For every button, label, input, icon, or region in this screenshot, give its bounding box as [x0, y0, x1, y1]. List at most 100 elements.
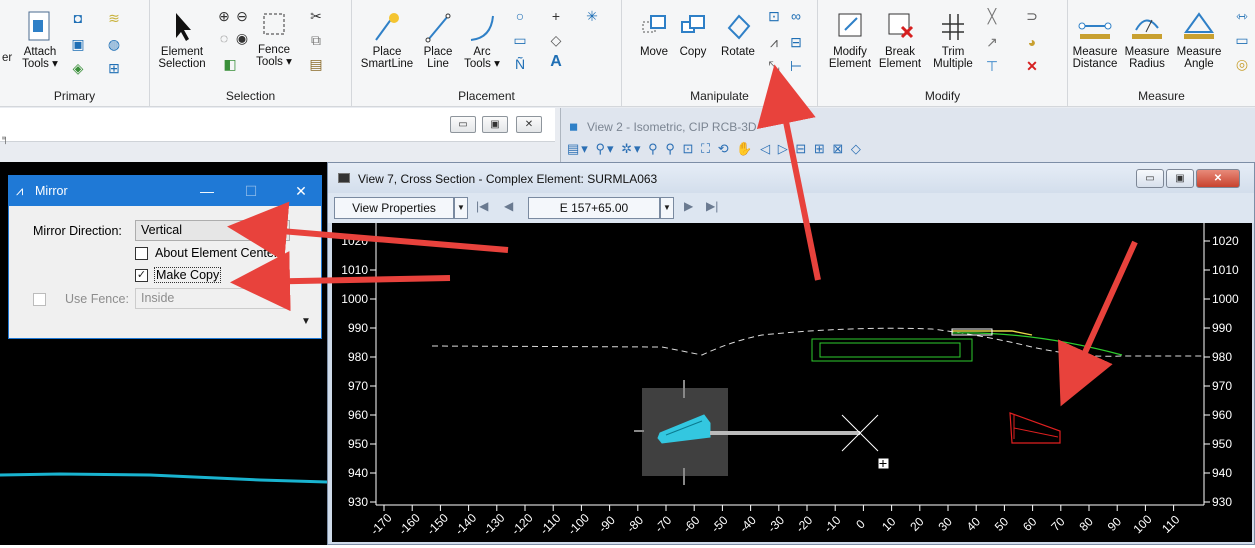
place-line-button[interactable]: Place Line: [418, 10, 458, 70]
station-dropdown[interactable]: ▼: [660, 197, 674, 219]
partial-delete-icon[interactable]: ⊤: [984, 58, 1000, 74]
select-invert-icon[interactable]: ◉: [234, 30, 250, 46]
star-icon[interactable]: ✳: [584, 8, 600, 24]
select-all-icon[interactable]: ⊕: [216, 8, 232, 24]
measure-radius-button[interactable]: Measure Radius: [1122, 10, 1172, 70]
about-element-center-label[interactable]: About Element Center: [155, 246, 278, 260]
lock-icon[interactable]: ◧: [222, 56, 238, 72]
zoom-out-icon[interactable]: ⚲: [665, 141, 677, 156]
zoom-in-icon[interactable]: ⚲: [648, 141, 660, 156]
mirror-direction-select[interactable]: Vertical ▼: [135, 220, 290, 241]
fillet-icon[interactable]: ⊃: [1024, 8, 1040, 24]
circle-icon[interactable]: ○: [512, 8, 528, 24]
fit-view-icon[interactable]: ⛶: [701, 141, 712, 156]
array-icon[interactable]: ∞: [788, 8, 804, 24]
measure-area-icon[interactable]: ▭: [1234, 32, 1250, 48]
select-none-icon[interactable]: ⊖: [234, 8, 250, 24]
prev-station-icon[interactable]: ◀: [504, 199, 513, 213]
fence-tools-button[interactable]: Fence Tools ▾: [252, 8, 296, 68]
raster-icon[interactable]: ◈: [70, 60, 86, 76]
grid-icon[interactable]: ⊞: [106, 60, 122, 76]
square-icon[interactable]: ◘: [70, 10, 86, 26]
window-area-icon[interactable]: ⊡: [682, 141, 695, 156]
extend-icon[interactable]: ╳: [984, 8, 1000, 24]
mirror-tool-icon[interactable]: ⩘: [766, 34, 782, 50]
view2-toolbar[interactable]: ▤▾ ⚲▾ ✲▾ ⚲ ⚲ ⊡ ⛶ ⟲ ✋ ◁ ▷ ⊟ ⊞ ⊠ ◇: [567, 141, 1247, 161]
rectangle-icon[interactable]: ▭: [512, 32, 528, 48]
select-ring-icon[interactable]: ◌: [216, 30, 232, 46]
paste-icon[interactable]: ▤: [308, 56, 324, 72]
update-view-icon[interactable]: ✲▾: [621, 141, 642, 156]
trim-multiple-button[interactable]: Trim Multiple: [928, 10, 978, 70]
close-button[interactable]: ✕: [283, 176, 319, 206]
restore-button[interactable]: ▣: [482, 116, 508, 133]
measure-volume-icon[interactable]: ◎: [1234, 56, 1250, 72]
scale-icon[interactable]: ⊡: [766, 8, 782, 24]
about-element-center-checkbox[interactable]: [135, 247, 148, 260]
view7-titlebar[interactable]: View 7, Cross Section - Complex Element:…: [328, 163, 1254, 193]
view-attributes-icon[interactable]: ▤▾: [567, 141, 590, 156]
minimize-button[interactable]: —: [189, 176, 225, 206]
palette-icon[interactable]: ◕: [1024, 34, 1040, 50]
next-station-icon[interactable]: ▶: [684, 199, 693, 213]
align-icon[interactable]: ⊟: [788, 34, 804, 50]
text-icon[interactable]: A: [548, 54, 564, 70]
globe-icon[interactable]: ◍: [106, 36, 122, 52]
arrow-pointer-icon: [176, 13, 191, 41]
attach-tools-button[interactable]: Attach Tools ▾: [18, 10, 62, 70]
maximize-button[interactable]: ☐: [233, 176, 269, 206]
minimize-button[interactable]: ▭: [1136, 169, 1164, 188]
view2-window[interactable]: ◼ View 2 - Isometric, CIP RCB-3D ▤▾ ⚲▾ ✲…: [560, 108, 1255, 162]
mirror-titlebar[interactable]: ⩘ Mirror — ☐ ✕: [9, 176, 321, 206]
rotate-button[interactable]: Rotate: [716, 10, 760, 58]
chamfer-icon[interactable]: ↗: [984, 34, 1000, 50]
polygon-icon[interactable]: ◇: [548, 32, 564, 48]
delete-icon[interactable]: ✕: [1024, 58, 1040, 74]
close-button[interactable]: ✕: [1196, 169, 1240, 188]
pan-view-icon[interactable]: ✋: [736, 141, 754, 156]
clip-mask-icon[interactable]: ⊞: [814, 141, 827, 156]
stack-icon[interactable]: ≋: [106, 10, 122, 26]
last-station-icon[interactable]: ▶|: [706, 199, 718, 213]
scissors-icon[interactable]: ✂: [308, 8, 324, 24]
maximize-button[interactable]: ▣: [1166, 169, 1194, 188]
measure-distance-button[interactable]: Measure Distance: [1070, 10, 1120, 70]
element-selection-button[interactable]: Element Selection: [154, 10, 210, 70]
view-properties-button[interactable]: View Properties: [334, 197, 454, 219]
mirror-direction-label: Mirror Direction:: [33, 224, 122, 238]
view-next-icon[interactable]: ▷: [778, 141, 790, 156]
cross-section-canvas[interactable]: 1020 1010 1000 990 980 970 960 950 940 930 1020 10…: [332, 223, 1252, 542]
view-previous-icon[interactable]: ◁: [760, 141, 772, 156]
close-button[interactable]: ✕: [516, 116, 542, 133]
clip-volume-icon[interactable]: ⊟: [795, 141, 808, 156]
view7-toolbar: View Properties ▼: [328, 193, 1254, 223]
copy-button[interactable]: Copy: [676, 10, 710, 58]
plus-icon[interactable]: +: [548, 8, 564, 24]
minimize-button[interactable]: ▭: [450, 116, 476, 133]
expand-dialog-arrow[interactable]: ▼: [301, 316, 311, 327]
render-icon[interactable]: ◇: [851, 141, 863, 156]
arc-tools-button[interactable]: Arc Tools ▾: [460, 10, 504, 70]
copy-icon[interactable]: ⧉: [308, 32, 324, 48]
station-field[interactable]: E 157+65.00: [528, 197, 660, 219]
view-properties-dropdown[interactable]: ▼: [454, 197, 468, 219]
doc-icon[interactable]: ▣: [70, 36, 86, 52]
use-fence-checkbox[interactable]: [33, 293, 46, 306]
place-smartline-button[interactable]: Place SmartLine: [358, 10, 416, 70]
make-copy-label[interactable]: Make Copy: [153, 267, 222, 283]
rotate-view-icon[interactable]: ⟲: [718, 141, 731, 156]
curve-icon[interactable]: Ñ: [512, 56, 528, 72]
modify-element-button[interactable]: Modify Element: [826, 10, 874, 70]
first-station-icon[interactable]: |◀: [476, 199, 488, 213]
make-copy-checkbox[interactable]: ✓: [135, 269, 148, 282]
move-button[interactable]: Move: [634, 10, 674, 58]
use-fence-select[interactable]: Inside ▼: [135, 288, 290, 309]
mirror-tool-icon: ⩘: [16, 183, 24, 198]
measure-length-icon[interactable]: ⇿: [1234, 8, 1250, 24]
camera-icon[interactable]: ⊠: [832, 141, 845, 156]
break-element-button[interactable]: Break Element: [876, 10, 924, 70]
display-style-icon[interactable]: ⚲▾: [595, 141, 615, 156]
construct-icon[interactable]: ⊢: [788, 58, 804, 74]
measure-angle-button[interactable]: Measure Angle: [1174, 10, 1224, 70]
stretch-icon[interactable]: ⤡: [766, 58, 782, 74]
